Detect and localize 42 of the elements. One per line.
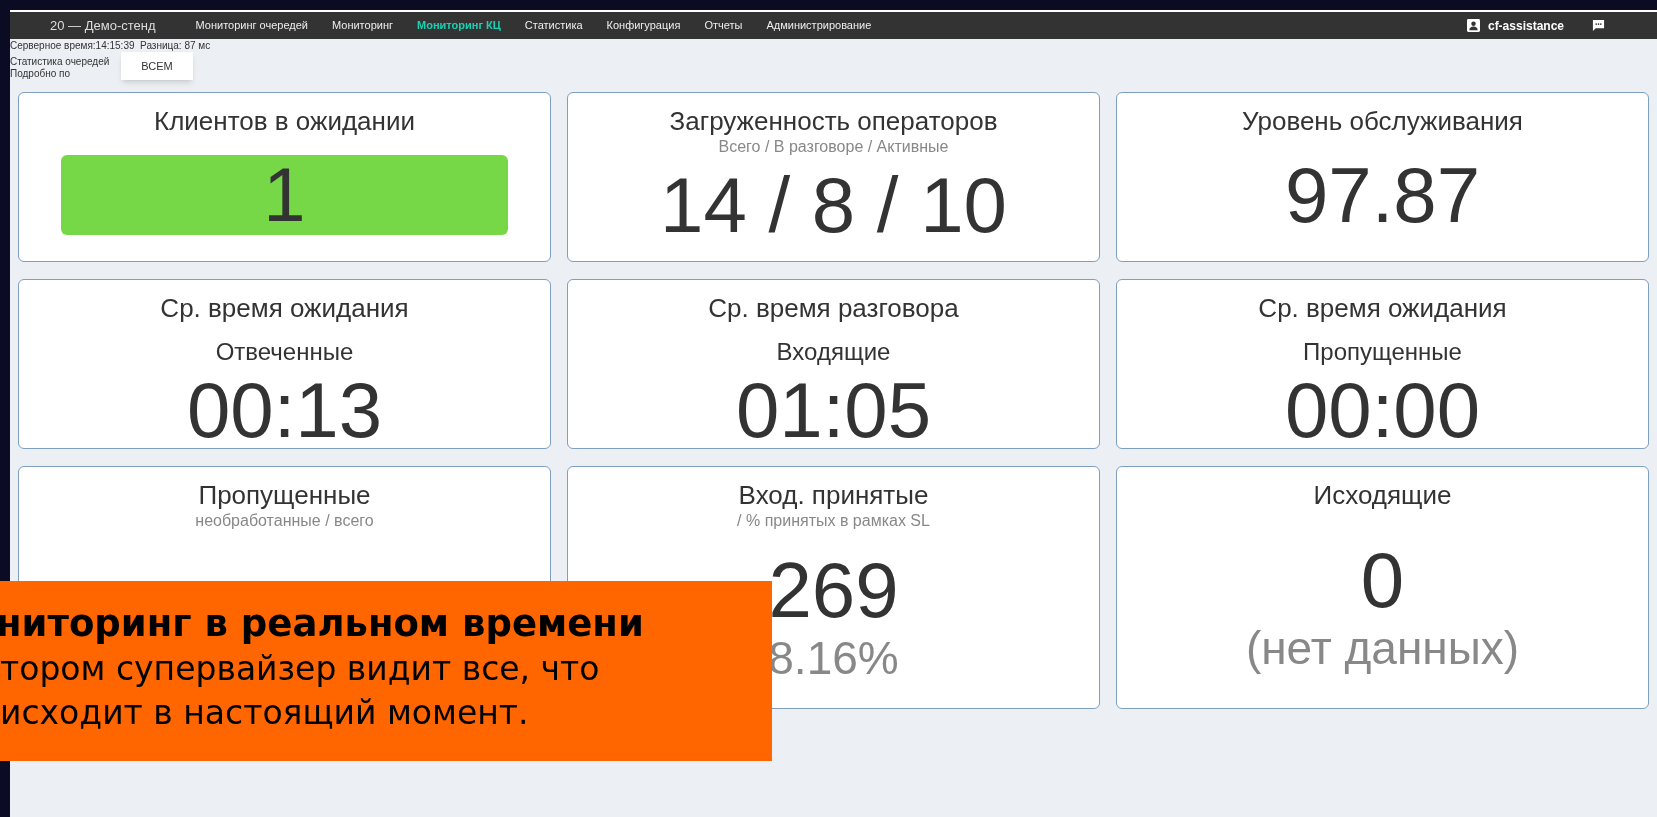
- nav-tab[interactable]: Мониторинг очередей: [195, 17, 308, 34]
- user-name[interactable]: cf-assistance: [1487, 16, 1564, 35]
- card-value: 14 / 8 / 10: [660, 163, 1007, 247]
- card-title: Пропущенные: [198, 479, 371, 511]
- card-value: 269: [768, 547, 899, 632]
- card-subtitle: Пропущенные: [1303, 337, 1462, 367]
- card-subtitle: Отвеченные: [215, 337, 354, 367]
- nav-tab[interactable]: Отчеты: [704, 17, 743, 34]
- card-note: необработанные / всего: [195, 511, 374, 531]
- nav-tab[interactable]: Мониторинг: [332, 17, 393, 34]
- chat-icon[interactable]: [1592, 19, 1605, 32]
- card-title: Загруженность операторов: [669, 105, 998, 137]
- card-title: Ср. время ожидания: [1258, 292, 1507, 324]
- card-title: Ср. время ожидания: [160, 292, 409, 324]
- card-title: Исходящие: [1313, 479, 1452, 511]
- card-value: 01:05: [735, 368, 932, 452]
- filter-button[interactable]: ВСЕМ: [121, 52, 193, 80]
- card-value: 0: [1360, 537, 1405, 622]
- nav-tab[interactable]: Статистика: [524, 17, 583, 34]
- card-subtitle: Входящие: [776, 337, 891, 367]
- card-title: Ср. время разговора: [708, 292, 959, 324]
- info-line: Статистика очередей: [10, 56, 110, 68]
- card-title: Клиентов в ожидании: [154, 105, 415, 137]
- brand-title[interactable]: 20 — Демо-стенд: [50, 15, 156, 36]
- card-title: Вход. принятые: [738, 479, 929, 511]
- nav-tab[interactable]: Мониторинг КЦ: [417, 17, 501, 34]
- card-secondary: (нет данных): [1245, 621, 1520, 674]
- card-note: Всего / В разговоре / Активные: [718, 137, 949, 157]
- server-time: Серверное время:14:15:39 Разница: 87 мс: [10, 40, 212, 52]
- card-value: 00:00: [1284, 368, 1481, 452]
- caption-text: исходит в настоящий момент.: [0, 692, 530, 734]
- card-note: / % принятых в рамках SL: [737, 511, 930, 531]
- caption-text: тором супервайзер видит все, что: [0, 648, 601, 690]
- info-line: Подробно по: [10, 68, 72, 80]
- card-secondary: 8.16%: [768, 631, 899, 684]
- nav-tab[interactable]: Администрирование: [766, 17, 872, 34]
- card-title: Уровень обслуживания: [1242, 105, 1523, 137]
- user-icon: [1466, 19, 1480, 32]
- card-value: 00:13: [186, 368, 383, 452]
- value-highlight: 1: [61, 155, 508, 235]
- nav-tab[interactable]: Конфигурация: [606, 17, 681, 34]
- card-value: 97.87: [1284, 153, 1481, 237]
